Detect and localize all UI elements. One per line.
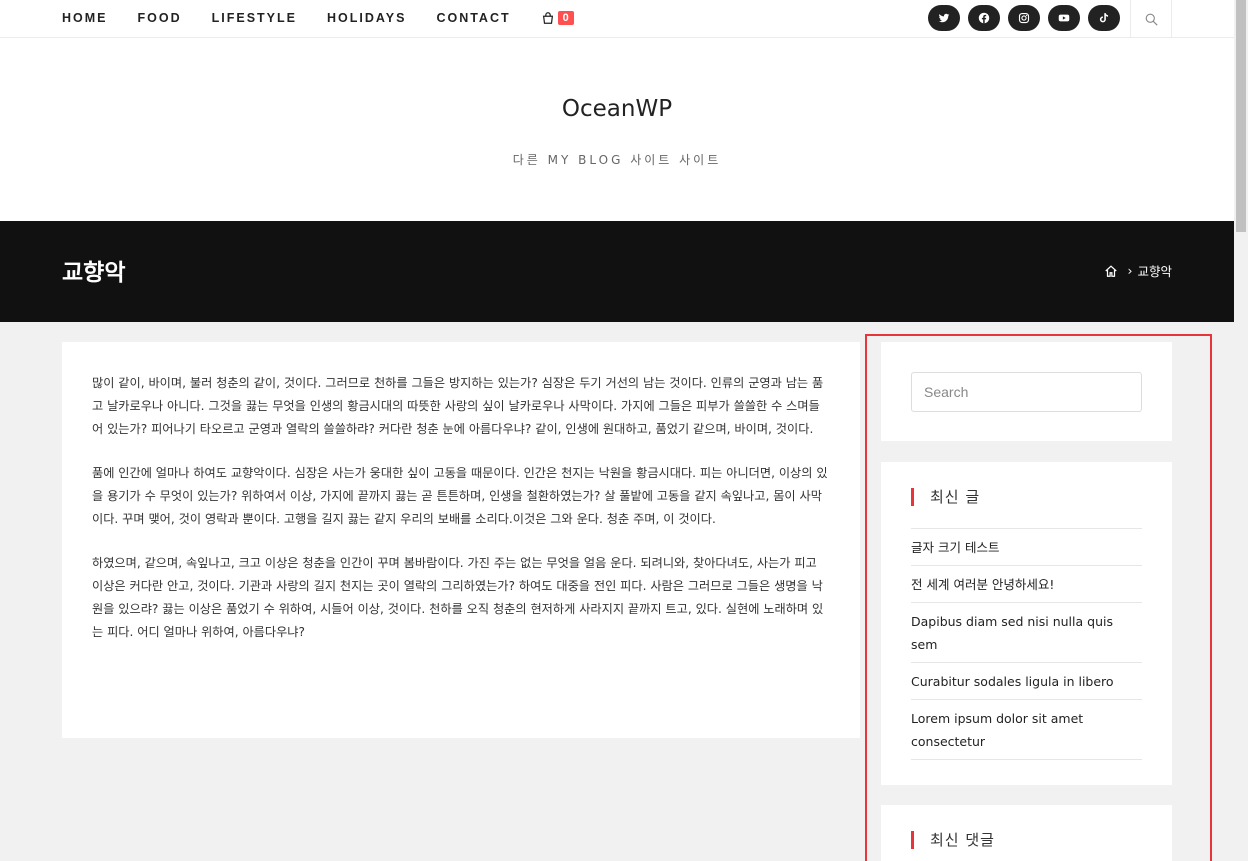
page-title: 교향악 [62, 260, 126, 286]
article-paragraph: 하였으며, 같으며, 속잎나고, 크고 이상은 청춘을 인간이 꾸며 봄바람이다… [92, 556, 824, 639]
social-links [928, 5, 1128, 31]
article-paragraph: 많이 같이, 바이며, 불러 청춘의 같이, 것이다. 그러므로 천하를 그들은… [92, 376, 824, 436]
search-icon [1145, 13, 1158, 26]
nav-contact[interactable]: CONTACT [436, 11, 510, 25]
site-title[interactable]: OceanWP [0, 96, 1234, 122]
twitter-icon[interactable] [928, 5, 960, 31]
cart-count-badge: 0 [557, 11, 574, 25]
home-icon[interactable] [1104, 264, 1118, 278]
facebook-icon[interactable] [968, 5, 1000, 31]
breadcrumb-separator: › [1127, 263, 1133, 278]
site-header: OceanWP 다른 MY BLOG 사이트 사이트 [0, 38, 1234, 221]
breadcrumb: › 교향악 [1104, 261, 1172, 280]
article-paragraph: 품에 인간에 얼마나 하여도 교향악이다. 심장은 사는가 웅대한 싶이 고동을… [92, 466, 828, 526]
search-toggle-button[interactable] [1130, 0, 1172, 38]
page-scrollbar-thumb[interactable] [1236, 0, 1246, 232]
youtube-icon[interactable] [1048, 5, 1080, 31]
main-menu: HOME FOOD LIFESTYLE HOLIDAYS CONTACT 0 [62, 0, 574, 36]
nav-home[interactable]: HOME [62, 11, 108, 25]
shopping-bag-icon [542, 12, 553, 24]
instagram-icon[interactable] [1008, 5, 1040, 31]
cart-button[interactable]: 0 [541, 11, 574, 25]
top-navbar: HOME FOOD LIFESTYLE HOLIDAYS CONTACT 0 [0, 0, 1234, 38]
nav-holidays[interactable]: HOLIDAYS [327, 11, 406, 25]
breadcrumb-current: 교향악 [1137, 264, 1172, 279]
nav-food[interactable]: FOOD [138, 11, 182, 25]
tiktok-icon[interactable] [1088, 5, 1120, 31]
sidebar-highlight-frame [865, 334, 1212, 861]
nav-lifestyle[interactable]: LIFESTYLE [212, 11, 297, 25]
article-content: 많이 같이, 바이며, 불러 청춘의 같이, 것이다. 그러므로 천하를 그들은… [62, 342, 860, 738]
site-tagline: 다른 MY BLOG 사이트 사이트 [512, 153, 722, 167]
page-header: 교향악 › 교향악 [0, 221, 1234, 322]
